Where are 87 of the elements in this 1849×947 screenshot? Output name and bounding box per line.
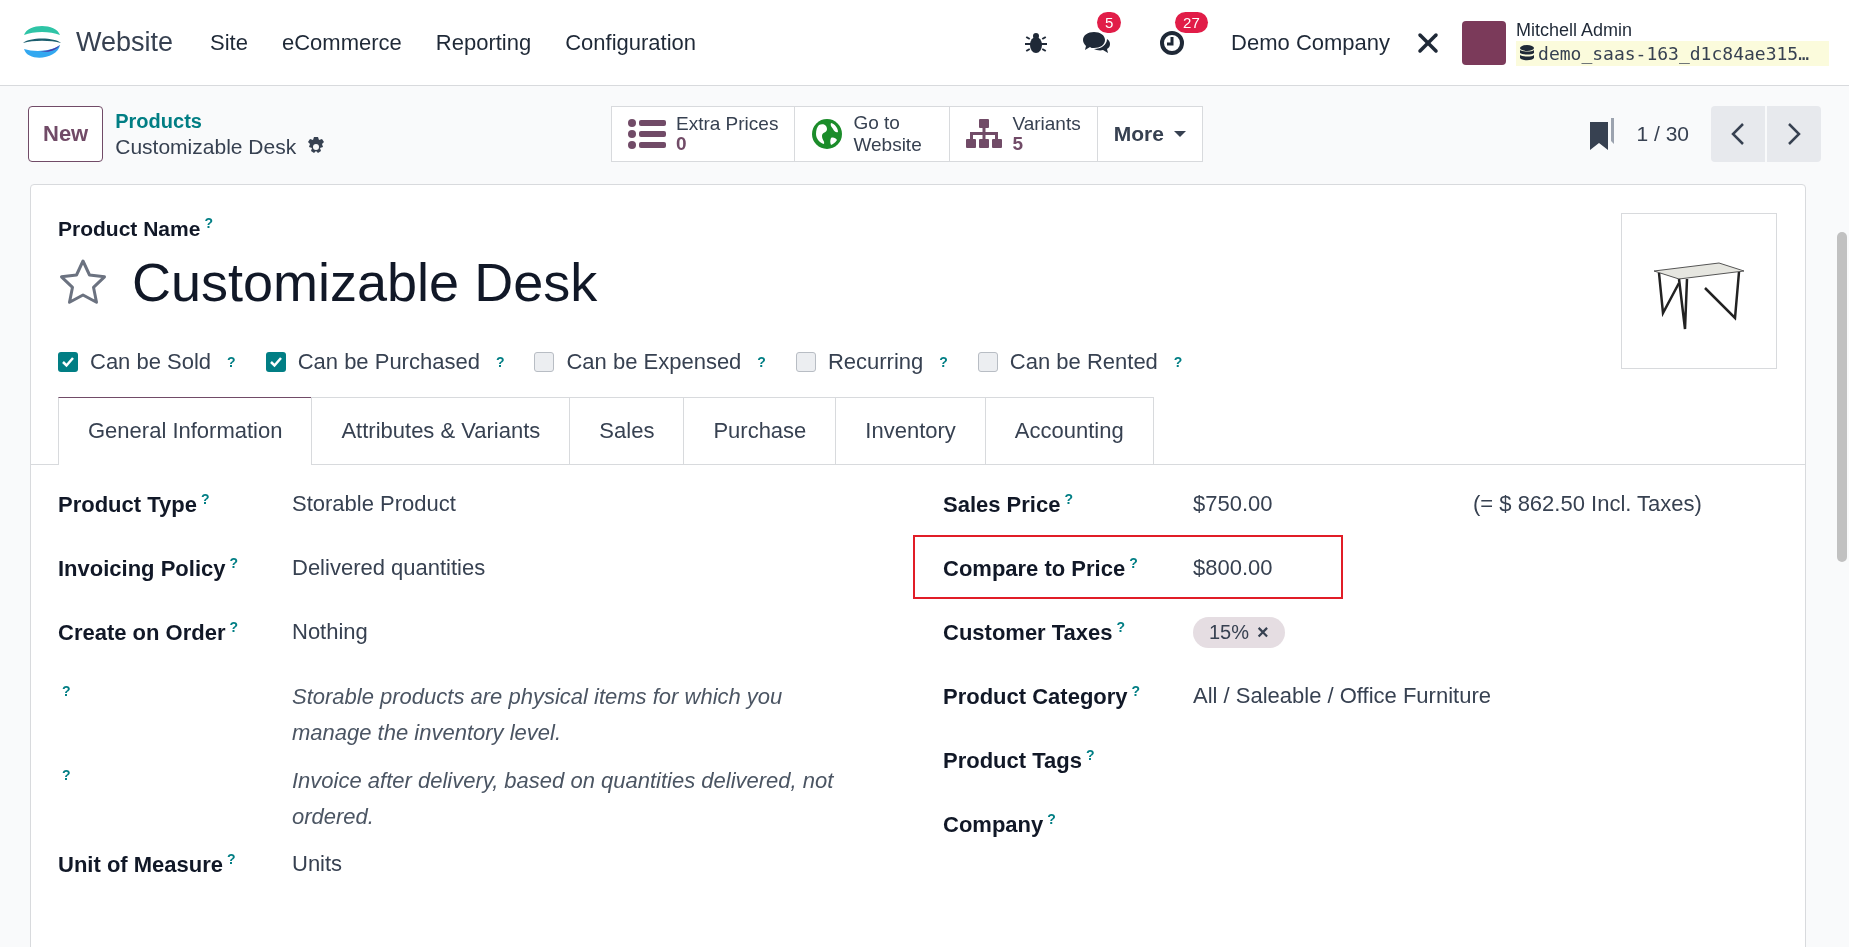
tab[interactable]: Accounting	[984, 397, 1154, 464]
field-value[interactable]: $800.00	[1193, 555, 1473, 581]
message-count-badge: 5	[1097, 11, 1122, 33]
help-mark[interactable]: ?	[757, 354, 766, 370]
smart-button[interactable]: Extra Prices 0	[611, 106, 796, 162]
smart-button[interactable]: Go to Website	[794, 106, 951, 162]
field-value[interactable]: Units	[292, 851, 943, 877]
database-icon	[1520, 45, 1535, 61]
help-text: Storable products are physical items for which you manage the inventory level.	[292, 683, 784, 747]
field-label: Sales Price $^{?}$	[943, 491, 1074, 519]
help-mark[interactable]: ?	[1047, 811, 1056, 827]
checkbox[interactable]	[795, 352, 816, 372]
scrollbar-thumb[interactable]	[1837, 232, 1847, 562]
checkbox-label[interactable]: Can be Expensed	[566, 349, 742, 375]
help-mark[interactable]: ?	[1173, 354, 1183, 370]
field-label: Unit of Measure $^{?}$	[58, 851, 237, 879]
tax-tag[interactable]: 15% ×	[1193, 617, 1285, 648]
checkbox[interactable]	[977, 352, 998, 372]
checkbox[interactable]	[265, 352, 286, 372]
chat-icon[interactable]	[1081, 29, 1112, 56]
breadcrumb-link[interactable]: Products	[115, 109, 327, 133]
list-icon	[628, 119, 666, 149]
help-mark[interactable]: ?	[227, 354, 236, 370]
menu-item[interactable]: Site	[193, 29, 265, 56]
check-icon	[61, 356, 75, 368]
more-dropdown[interactable]: More	[1096, 106, 1203, 162]
help-mark[interactable]: ?	[1064, 491, 1073, 507]
field-label: Product Name	[58, 217, 201, 240]
clock-icon[interactable]	[1159, 29, 1186, 56]
help-mark[interactable]: ?	[204, 215, 213, 231]
field-label: Compare to Price $^{?}$	[943, 555, 1139, 583]
tax-included-text: (= $ 862.50 Incl. Taxes)	[1473, 491, 1703, 517]
pager-value[interactable]: 1 / 30	[1636, 122, 1689, 146]
help-mark[interactable]: ?	[495, 354, 505, 370]
checkbox-label[interactable]: Can be Rented	[1009, 349, 1158, 375]
checkbox[interactable]	[58, 352, 78, 372]
help-mark[interactable]: ?	[1131, 683, 1141, 699]
chevron-right-icon	[1787, 122, 1801, 146]
field-label: Invoicing Policy $^{?}$	[58, 555, 240, 583]
smart-button[interactable]: Variants 5	[949, 106, 1098, 162]
checkbox[interactable]	[534, 352, 555, 372]
field-value[interactable]: Delivered quantities	[292, 555, 943, 581]
product-name[interactable]: Customizable Desk	[132, 251, 598, 313]
activity-count-badge: 27	[1175, 11, 1208, 33]
field-value[interactable]: $750.00	[1193, 491, 1473, 517]
bug-icon[interactable]	[1025, 31, 1048, 54]
help-mark[interactable]: ?	[200, 491, 210, 507]
database-name: demo_saas-163_d1c84ae315…	[1538, 42, 1809, 64]
field-label: Create on Order $^{?}$	[58, 619, 240, 647]
new-button[interactable]: New	[28, 106, 104, 162]
menu-item[interactable]: Reporting	[418, 29, 549, 56]
checkbox-label[interactable]: Can be Sold	[90, 349, 212, 375]
globe-icon	[811, 118, 844, 150]
menu-item[interactable]: eCommerce	[264, 29, 419, 56]
help-mark[interactable]: ?	[939, 354, 948, 370]
help-mark[interactable]: ?	[229, 555, 239, 571]
help-mark[interactable]: ?	[62, 767, 71, 783]
bookmark-icon[interactable]	[1590, 118, 1615, 150]
check-icon	[268, 356, 283, 368]
help-mark[interactable]: ?	[229, 619, 239, 635]
field-label: Customer Taxes $^{?}$	[943, 619, 1127, 647]
star-icon[interactable]	[58, 258, 108, 306]
record-name: Customizable Desk	[115, 134, 297, 159]
field-value[interactable]: Nothing	[292, 619, 943, 645]
checkbox-label[interactable]: Can be Purchased	[297, 349, 480, 375]
chevron-left-icon	[1731, 122, 1745, 146]
field-value[interactable]: All / Saleable / Office Furniture	[1193, 683, 1491, 709]
menu-item[interactable]: Configuration	[548, 29, 714, 56]
hierarchy-icon	[966, 119, 1003, 149]
checkbox-label[interactable]: Recurring	[827, 349, 924, 375]
help-mark[interactable]: ?	[1116, 619, 1126, 635]
field-label: Product Category $^{?}$	[943, 683, 1142, 711]
company-switcher[interactable]: Demo Company	[1231, 29, 1391, 56]
help-mark[interactable]: ?	[227, 851, 236, 867]
field-label: Product Type $^{?}$	[58, 491, 211, 519]
user-avatar[interactable]	[1462, 20, 1507, 65]
help-mark[interactable]: ?	[62, 683, 71, 699]
field-label: Product Tags $^{?}$	[943, 747, 1096, 775]
product-image[interactable]	[1621, 213, 1777, 369]
field-value[interactable]: Storable Product	[292, 491, 943, 517]
help-text: Invoice after delivery, based on quantities delivered, not ordered.	[292, 767, 835, 831]
tab[interactable]: General Information	[58, 397, 313, 465]
help-mark[interactable]: ?	[1085, 747, 1095, 763]
help-mark[interactable]: ?	[1129, 555, 1138, 571]
user-name[interactable]: Mitchell Admin	[1516, 19, 1829, 41]
app-name[interactable]: Website	[76, 27, 174, 58]
field-label: Company $^{?}$	[943, 811, 1057, 839]
